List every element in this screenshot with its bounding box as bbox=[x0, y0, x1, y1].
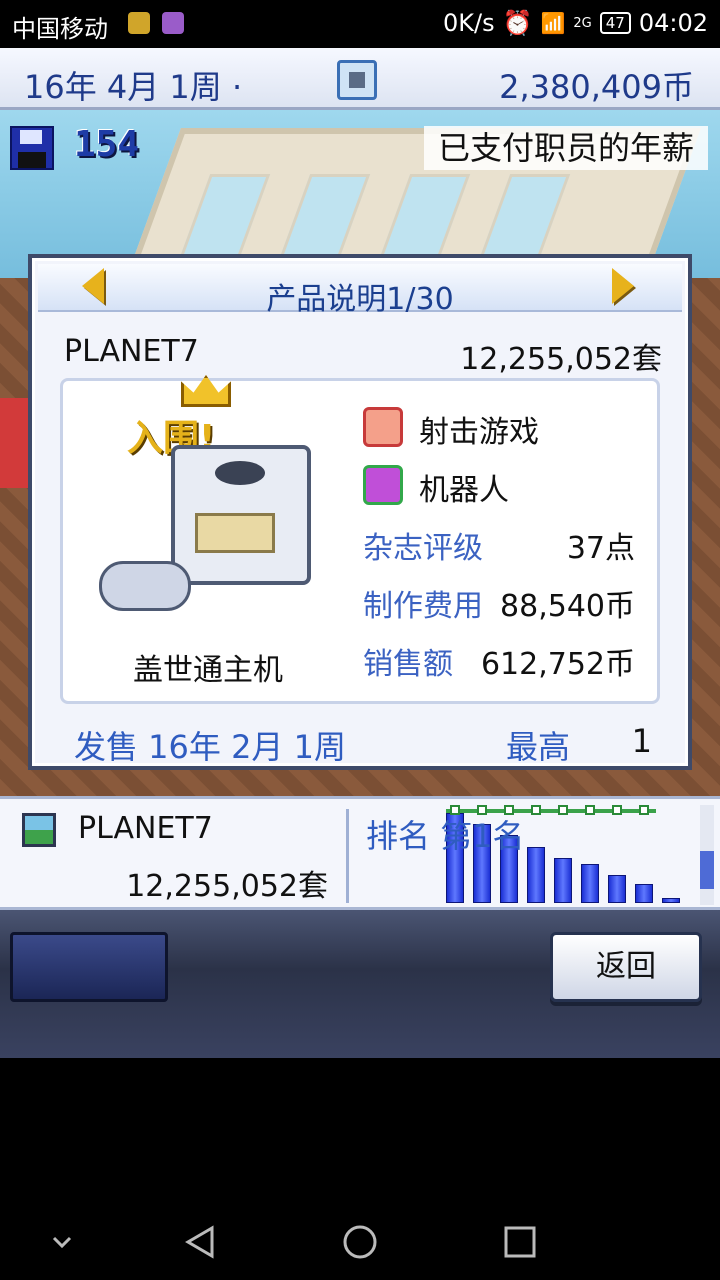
back-button[interactable]: 返回 bbox=[550, 932, 702, 1002]
crown-icon bbox=[181, 375, 231, 407]
dialog-title: 产品说明1/30 bbox=[266, 282, 454, 317]
grid-dot bbox=[585, 805, 595, 815]
console-disc bbox=[215, 461, 265, 485]
sales-bar bbox=[581, 864, 599, 903]
console-icon bbox=[171, 445, 311, 585]
sales-bar bbox=[527, 847, 545, 903]
floppy-disk-icon[interactable] bbox=[10, 126, 54, 170]
scrollbar-thumb[interactable] bbox=[700, 851, 714, 889]
vending-machine bbox=[0, 398, 28, 488]
wifi-icon: 📶 bbox=[540, 11, 566, 35]
status-bar: 中国移动 0K/s ⏰ 📶 2G 47 04:02 bbox=[0, 0, 720, 48]
grid-dot bbox=[558, 805, 568, 815]
carrier-label: 中国移动 bbox=[12, 15, 108, 43]
recents-nav-icon[interactable] bbox=[502, 1224, 538, 1260]
product-thumbnail-icon bbox=[22, 813, 56, 847]
back-nav-icon[interactable] bbox=[182, 1224, 218, 1260]
save-count: 154 bbox=[74, 124, 140, 165]
product-units-sold: 12,255,052套 bbox=[460, 342, 662, 377]
sales-bar bbox=[635, 884, 653, 903]
dialog-header: 产品说明1/30 bbox=[38, 264, 682, 317]
ranking-panel[interactable]: PLANET7 12,255,052套 排名 第1名 bbox=[0, 796, 720, 910]
type-label: 机器人 bbox=[419, 473, 509, 508]
funds: 2,380,409币 bbox=[499, 68, 694, 106]
product-dialog: 产品说明1/30 PLANET7 12,255,052套 入围! 盖世通主机 射… bbox=[28, 254, 692, 770]
empty-slot bbox=[10, 932, 168, 1002]
console-screen bbox=[195, 513, 275, 553]
ranking-units-sold: 12,255,052套 bbox=[126, 869, 328, 904]
home-nav-icon[interactable] bbox=[342, 1224, 378, 1260]
grid-dot bbox=[531, 805, 541, 815]
release-date: 发售 16年 2月 1周 bbox=[74, 728, 346, 766]
stat-label-sales: 销售额 bbox=[363, 647, 453, 682]
best-rank-label: 最高 bbox=[506, 728, 571, 766]
grid-dot bbox=[639, 805, 649, 815]
alarm-icon: ⏰ bbox=[502, 9, 533, 37]
platform-name: 盖世通主机 bbox=[133, 653, 283, 688]
divider bbox=[346, 809, 349, 903]
control-panel: 返回 bbox=[0, 910, 720, 1058]
product-name: PLANET7 bbox=[64, 334, 199, 369]
notification-gallery-icon bbox=[162, 12, 184, 34]
navigation-bar bbox=[0, 1200, 720, 1280]
notification-app-icon bbox=[128, 12, 150, 34]
product-detail-card: 入围! 盖世通主机 射击游戏 机器人 杂志评级 37点 制作费用 88,540币… bbox=[60, 375, 660, 704]
stat-value-rating: 37点 bbox=[566, 531, 635, 566]
battery-icon: 47 bbox=[599, 12, 631, 34]
stat-value-cost: 88,540币 bbox=[500, 589, 635, 624]
next-arrow-icon[interactable] bbox=[612, 268, 634, 304]
stat-label-rating: 杂志评级 bbox=[363, 531, 483, 566]
sales-bar bbox=[554, 858, 572, 903]
sales-bar bbox=[662, 898, 680, 903]
collapse-icon[interactable] bbox=[44, 1224, 80, 1260]
clock: 04:02 bbox=[638, 9, 708, 37]
notice-message: 已支付职员的年薪 bbox=[423, 126, 708, 170]
game-date: 16年 4月 1周 · bbox=[24, 68, 243, 106]
game-viewport[interactable]: 16年 4月 1周 · 2,380,409币 154 已支付职员的年薪 产品说明… bbox=[0, 48, 720, 1058]
stat-value-sales: 612,752币 bbox=[480, 647, 635, 682]
stat-label-cost: 制作费用 bbox=[363, 589, 483, 624]
camera-icon[interactable] bbox=[337, 60, 377, 100]
scrollbar[interactable] bbox=[700, 805, 714, 905]
top-info-bar: 16年 4月 1周 · 2,380,409币 bbox=[0, 48, 720, 110]
genre-label: 射击游戏 bbox=[419, 415, 539, 450]
ranking-label: 排名 第1名 bbox=[366, 817, 525, 855]
genre-face-icon bbox=[363, 407, 403, 447]
best-rank-value: 1 bbox=[631, 722, 652, 760]
sales-bar bbox=[608, 875, 626, 903]
status-right: 0K/s ⏰ 📶 2G 47 04:02 bbox=[443, 9, 708, 37]
gamepad-icon bbox=[99, 561, 191, 611]
grid-dot bbox=[612, 805, 622, 815]
type-gem-icon bbox=[363, 465, 403, 505]
ranking-product-name: PLANET7 bbox=[78, 811, 213, 846]
net-speed: 0K/s bbox=[442, 9, 495, 37]
network-type: 2G bbox=[573, 15, 592, 31]
